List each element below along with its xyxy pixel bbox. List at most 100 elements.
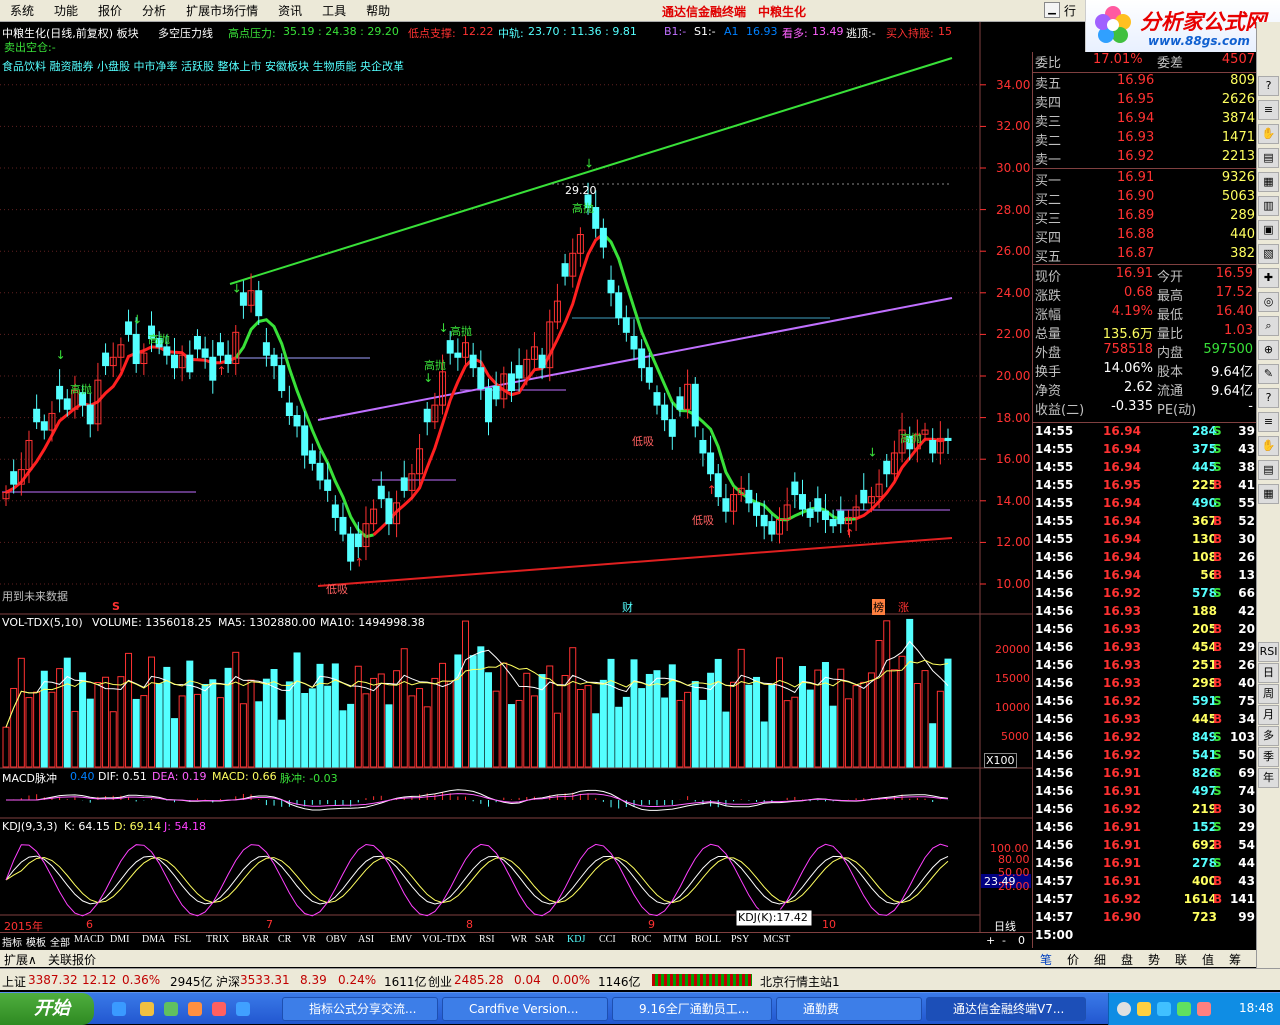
quicklaunch-ie-icon[interactable]	[112, 1002, 126, 1016]
chart-icon[interactable]: ▤	[1258, 148, 1279, 168]
tray-app-icon[interactable]	[1197, 1002, 1211, 1016]
indicator-tab-obv[interactable]: OBV	[326, 934, 347, 945]
period-button-2[interactable]: 周	[1258, 684, 1279, 704]
menu-news[interactable]: 资讯	[268, 0, 312, 22]
quote-tab-5[interactable]: 联	[1175, 951, 1187, 968]
period-button-4[interactable]: 多	[1258, 726, 1279, 746]
indicator-tab-roc[interactable]: ROC	[631, 934, 652, 945]
indicator-tab-rsi[interactable]: RSI	[479, 934, 495, 945]
event-bang-marker[interactable]: 榜	[872, 599, 885, 615]
row-button[interactable]: 行	[1064, 2, 1076, 19]
quicklaunch-qq-icon[interactable]	[236, 1002, 250, 1016]
quote-tab-7[interactable]: 筹	[1229, 951, 1241, 968]
grid-icon[interactable]: ▦	[1258, 484, 1279, 504]
zoom-icon[interactable]: ⊕	[1258, 340, 1279, 360]
chart-area[interactable]: ↓↓↓↓↓↓↓↑↑↑↑	[0, 22, 1032, 932]
quicklaunch-player-icon[interactable]	[212, 1002, 226, 1016]
list-icon[interactable]: ≡	[1258, 100, 1279, 120]
indicator-tab-全部[interactable]: 全部	[50, 934, 70, 949]
tab-control-1[interactable]: -	[1002, 934, 1006, 947]
volume-bar	[71, 710, 79, 768]
indicator-tab-模板[interactable]: 模板	[26, 934, 46, 949]
indicator-tab-mtm[interactable]: MTM	[663, 934, 687, 945]
indicator-tab-指标[interactable]: 指标	[2, 934, 22, 949]
event-zhang-marker[interactable]: 涨	[898, 599, 909, 615]
indicator-tab-asi[interactable]: ASI	[358, 934, 374, 945]
period-button-5[interactable]: 季	[1258, 747, 1279, 767]
period-button-3[interactable]: 月	[1258, 705, 1279, 725]
indicator-tab-kdj[interactable]: KDJ	[567, 934, 585, 945]
indicator-tab-trix[interactable]: TRIX	[206, 934, 229, 945]
indicator-tab-emv[interactable]: EMV	[390, 934, 412, 945]
indicator-tab-dma[interactable]: DMA	[142, 934, 165, 945]
hand-icon[interactable]: ✋	[1258, 436, 1279, 456]
event-finance-marker[interactable]: 财	[622, 599, 633, 615]
quote-tab-6[interactable]: 值	[1202, 951, 1214, 968]
taskbar-item-cardfive[interactable]: Cardfive Version...	[442, 997, 608, 1021]
quicklaunch-folder-icon[interactable]	[140, 1002, 154, 1016]
tray-network-icon[interactable]	[1117, 1002, 1131, 1016]
indicator-tab-mcst[interactable]: MCST	[763, 934, 790, 945]
sh-index-label: 上证	[2, 975, 27, 989]
bar-icon[interactable]: ▥	[1258, 196, 1279, 216]
tab-control-0[interactable]: +	[986, 934, 995, 947]
info-icon[interactable]: ?	[1258, 388, 1279, 408]
taskbar-item-formula-share[interactable]: 指标公式分享交流...	[282, 997, 438, 1021]
grid-icon[interactable]: ▦	[1258, 172, 1279, 192]
tab-control-2[interactable]: 0	[1018, 934, 1025, 947]
indicator-tab-fsl[interactable]: FSL	[174, 934, 191, 945]
quicklaunch-app-icon[interactable]	[164, 1002, 178, 1016]
tray-sound-icon[interactable]	[1177, 1002, 1191, 1016]
indicator-tab-wr[interactable]: WR	[511, 934, 527, 945]
menu-quote[interactable]: 报价	[88, 0, 132, 22]
list-icon[interactable]: ≡	[1258, 412, 1279, 432]
pen-icon[interactable]: ✎	[1258, 364, 1279, 384]
menu-system[interactable]: 系统	[0, 0, 44, 22]
quote-tab-4[interactable]: 势	[1148, 951, 1160, 968]
indicator-tab-cci[interactable]: CCI	[599, 934, 616, 945]
menu-function[interactable]: 功能	[44, 0, 88, 22]
indicator-tab-brar[interactable]: BRAR	[242, 934, 269, 945]
period-button-0[interactable]: RSI	[1258, 642, 1279, 662]
menu-extended-market[interactable]: 扩展市场行情	[176, 0, 268, 22]
menu-help[interactable]: 帮助	[356, 0, 400, 22]
f10-icon[interactable]: ▣	[1258, 220, 1279, 240]
indicator-tab-boll[interactable]: BOLL	[695, 934, 721, 945]
search-icon[interactable]: ⌕	[1258, 316, 1279, 336]
compass-icon[interactable]: ◎	[1258, 292, 1279, 312]
indicator-tab-macd[interactable]: MACD	[74, 934, 104, 945]
taskbar-item-commute-staff[interactable]: 9.16全厂通勤员工...	[612, 997, 772, 1021]
menu-analysis[interactable]: 分析	[132, 0, 176, 22]
linked-quote-tab[interactable]: 关联报价	[48, 951, 96, 968]
hand-icon[interactable]: ✋	[1258, 124, 1279, 144]
table-icon[interactable]: ▧	[1258, 244, 1279, 264]
indicator-tab-vr[interactable]: VR	[302, 934, 316, 945]
indicator-tab-dmi[interactable]: DMI	[110, 934, 129, 945]
server-name[interactable]: 北京行情主站1	[760, 973, 840, 990]
chart-icon[interactable]: ▤	[1258, 460, 1279, 480]
indicator-tab-psy[interactable]: PSY	[731, 934, 749, 945]
tick-volume: 375	[1191, 442, 1217, 456]
info-icon[interactable]: ?	[1258, 76, 1279, 96]
menu-tools[interactable]: 工具	[312, 0, 356, 22]
quote-tab-2[interactable]: 细	[1094, 951, 1106, 968]
start-button[interactable]: 开始	[0, 993, 94, 1025]
expand-tab[interactable]: 扩展∧	[4, 951, 37, 968]
indicator-tab-vol-tdx[interactable]: VOL-TDX	[422, 934, 466, 945]
tray-qq-icon[interactable]	[1157, 1002, 1171, 1016]
quote-tab-1[interactable]: 价	[1067, 951, 1079, 968]
tray-shield-icon[interactable]	[1137, 1002, 1151, 1016]
period-button-6[interactable]: 年	[1258, 768, 1279, 788]
period-button-1[interactable]: 日	[1258, 663, 1279, 683]
event-s-marker[interactable]: S	[112, 600, 120, 613]
indicator-tab-sar[interactable]: SAR	[535, 934, 554, 945]
minimize-icon[interactable]: ▁	[1044, 2, 1060, 18]
quote-tab-0[interactable]: 笔	[1040, 951, 1052, 968]
stat-value-2: 9.64亿	[1211, 365, 1253, 380]
indicator-tab-cr[interactable]: CR	[278, 934, 291, 945]
taskbar-item-tdx[interactable]: 通达信金融终端V7...	[926, 997, 1086, 1021]
taskbar-item-commute-fee[interactable]: 通勤费	[776, 997, 922, 1021]
cross-icon[interactable]: ✚	[1258, 268, 1279, 288]
quote-tab-3[interactable]: 盘	[1121, 951, 1133, 968]
quicklaunch-media-icon[interactable]	[188, 1002, 202, 1016]
